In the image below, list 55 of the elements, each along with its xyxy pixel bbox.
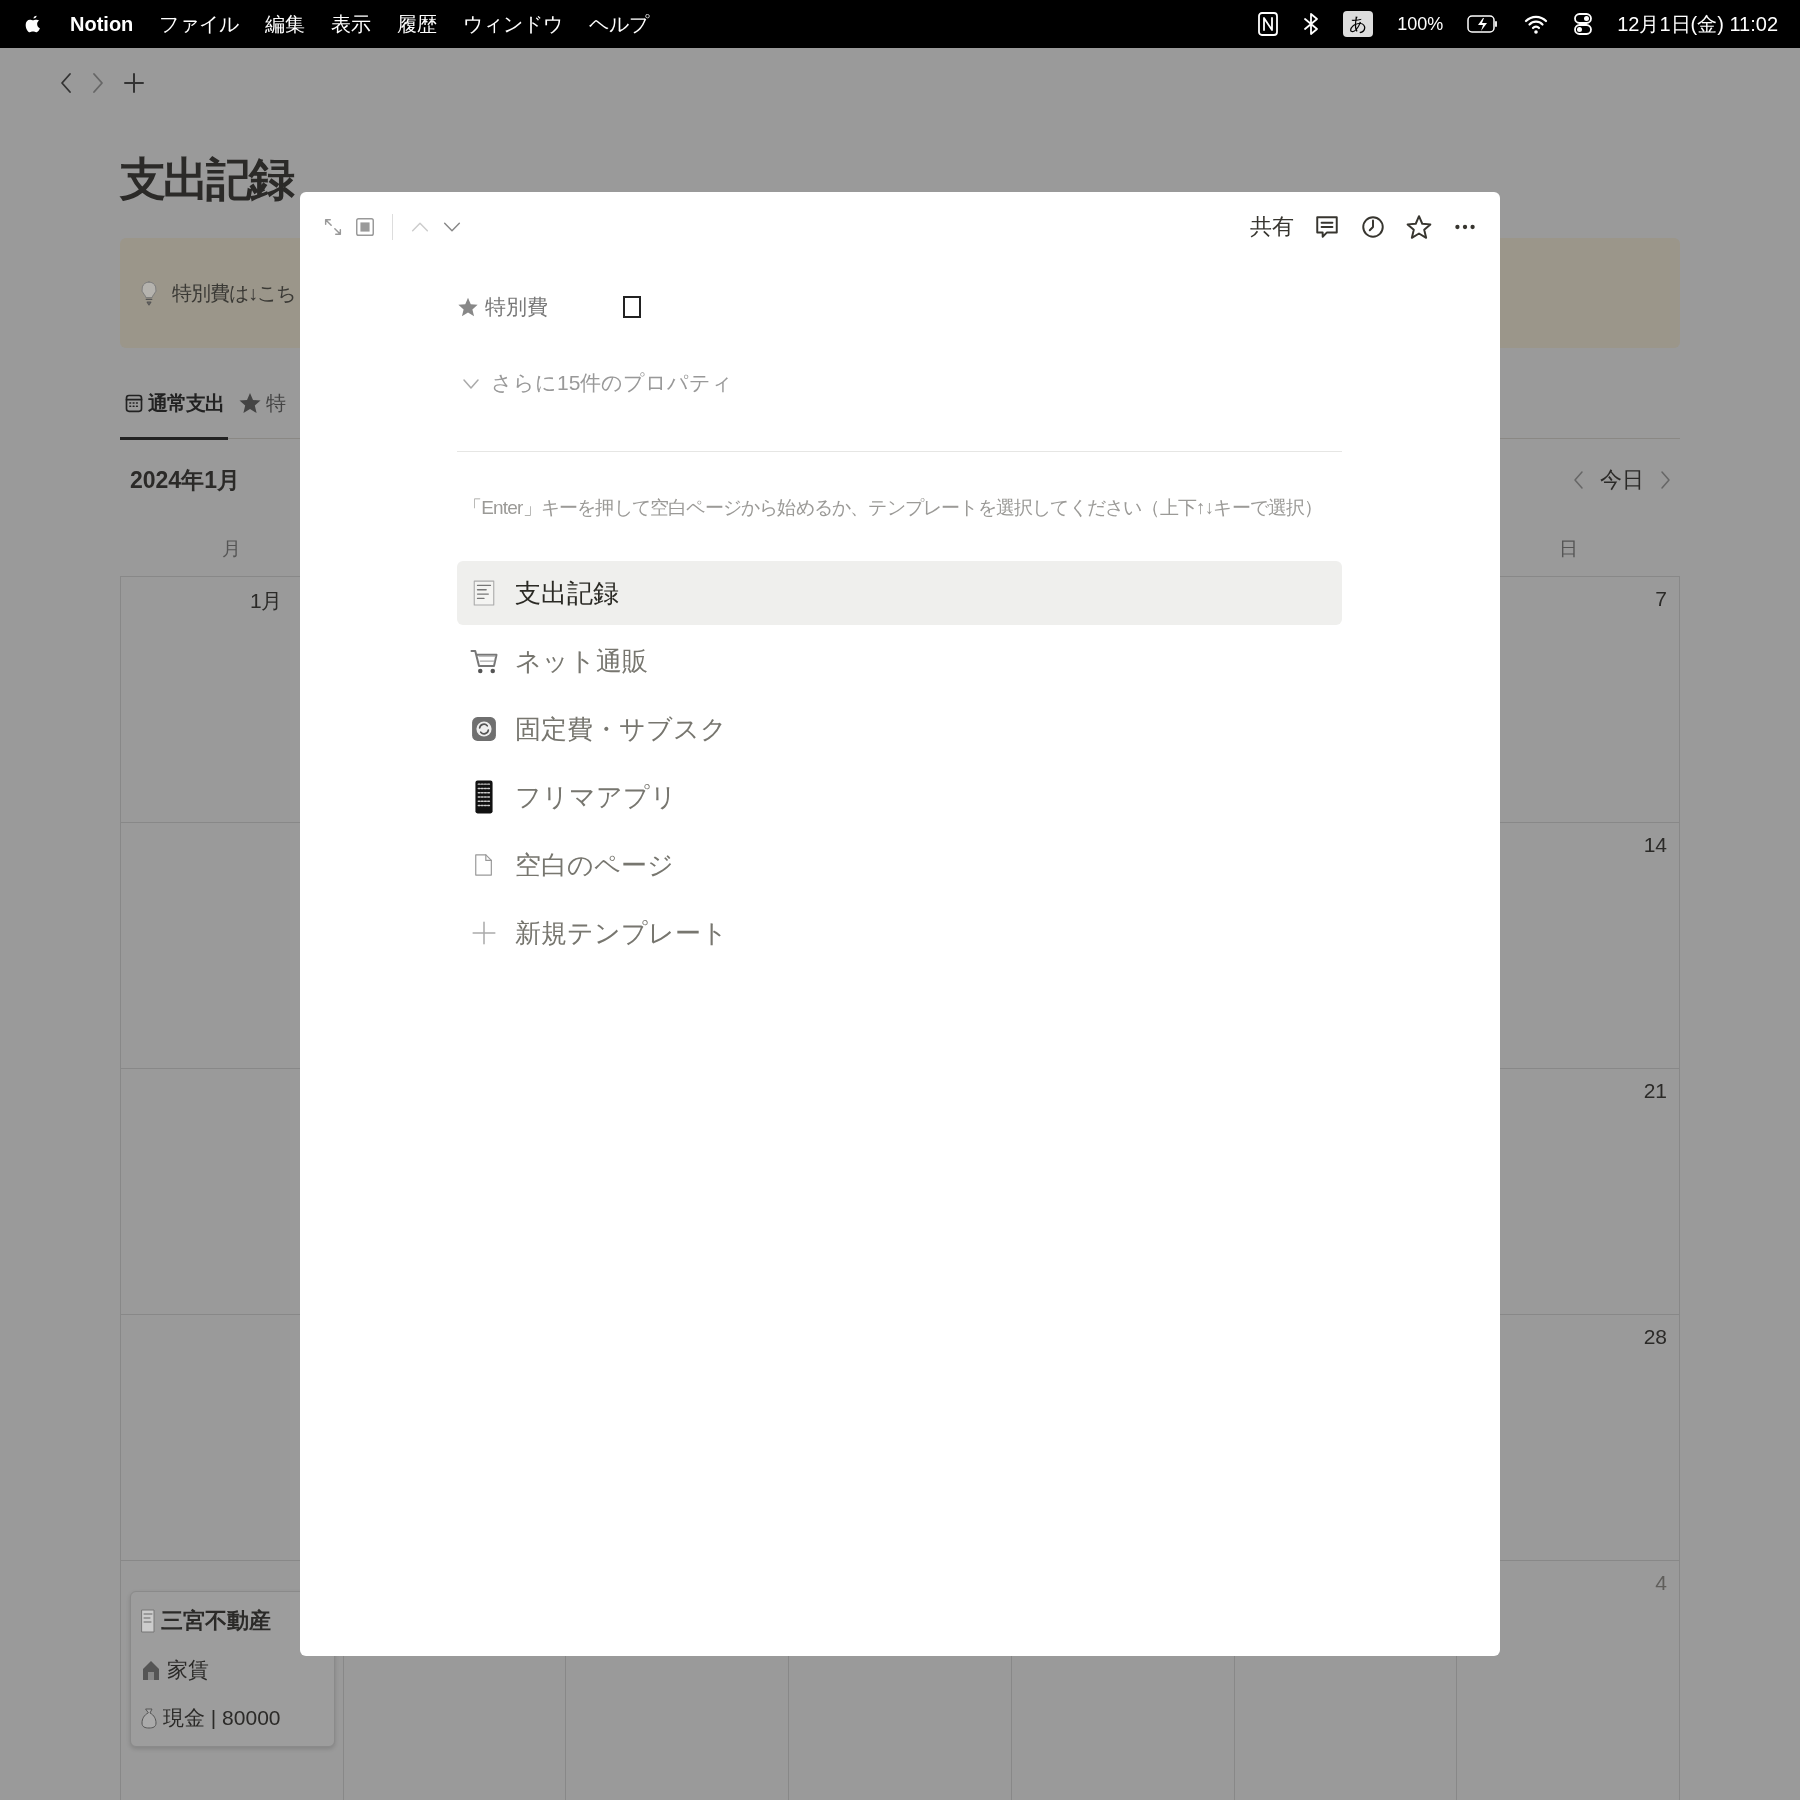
event-category: 家賃: [167, 1657, 209, 1683]
notion-status-icon[interactable]: [1257, 11, 1280, 37]
day-number: 1月: [250, 588, 281, 614]
template-item[interactable]: 固定費・サブスク: [457, 697, 1342, 761]
day-number: 4: [1655, 1571, 1667, 1595]
day-number: 7: [1655, 587, 1667, 611]
comment-icon[interactable]: [1314, 213, 1340, 241]
menu-item[interactable]: ヘルプ: [589, 10, 650, 38]
event-title: 三宮不動産: [161, 1607, 271, 1635]
menu-item[interactable]: 履歴: [397, 10, 438, 38]
clock[interactable]: 12月1日(金) 11:02: [1617, 10, 1778, 38]
template-item[interactable]: 空白のページ: [457, 833, 1342, 897]
day-number: 14: [1643, 833, 1667, 857]
menu-item[interactable]: 表示: [331, 10, 372, 38]
side-peek-icon[interactable]: [354, 216, 376, 238]
receipt-icon: [141, 1609, 155, 1633]
month-label: 2024年1月: [130, 465, 240, 495]
menu-item[interactable]: ウィンドウ: [463, 10, 564, 38]
money-bag-icon: [141, 1706, 157, 1730]
hint-text: 「Enter」キーを押して空白ページから始めるか、テンプレートを選択してください（上下↑↓キーで選択）: [462, 496, 1323, 520]
app-menu[interactable]: Notion: [70, 12, 134, 36]
bluetooth-icon[interactable]: [1303, 11, 1320, 37]
clock-icon[interactable]: [1360, 213, 1386, 241]
weekday-label: 月: [220, 536, 242, 561]
star-icon: [457, 296, 479, 318]
control-center-icon[interactable]: [1573, 12, 1594, 36]
template-item[interactable]: 新規テンプレート: [457, 901, 1342, 965]
star-icon[interactable]: [1406, 213, 1432, 241]
expand-icon[interactable]: [322, 216, 344, 238]
event-payment: 現金 | 80000: [163, 1705, 281, 1731]
day-number: 28: [1643, 1325, 1667, 1349]
checkbox[interactable]: [623, 296, 641, 318]
menu-item[interactable]: 編集: [265, 10, 306, 38]
menu-item[interactable]: ファイル: [159, 10, 240, 38]
plus-icon: [471, 920, 497, 946]
phone-icon: [474, 779, 494, 815]
template-item[interactable]: フリマアプリ: [457, 765, 1342, 829]
input-method-icon[interactable]: あ: [1343, 11, 1374, 37]
template-item[interactable]: ネット通販: [457, 629, 1342, 693]
battery-percentage: 100%: [1397, 13, 1444, 35]
today-button[interactable]: 今日: [1600, 465, 1644, 495]
view-tab[interactable]: 通常支出: [120, 370, 228, 440]
house-icon: [141, 1658, 161, 1682]
share-button[interactable]: 共有: [1250, 212, 1294, 242]
event-card[interactable]: 三宮不動産 家賃 現金 | 80000: [130, 1591, 335, 1747]
template-item[interactable]: 支出記録: [457, 561, 1342, 625]
wifi-icon[interactable]: [1523, 13, 1550, 35]
weekday-label: 日: [1558, 536, 1580, 561]
battery-icon[interactable]: [1467, 14, 1500, 34]
property-label: 特別費: [485, 294, 548, 320]
callout-text: 特別費は↓こち: [172, 280, 295, 306]
day-number: 21: [1643, 1079, 1667, 1103]
star-icon: [238, 391, 262, 416]
plus-icon[interactable]: [122, 71, 146, 95]
page-title: 支出記録: [120, 152, 294, 207]
